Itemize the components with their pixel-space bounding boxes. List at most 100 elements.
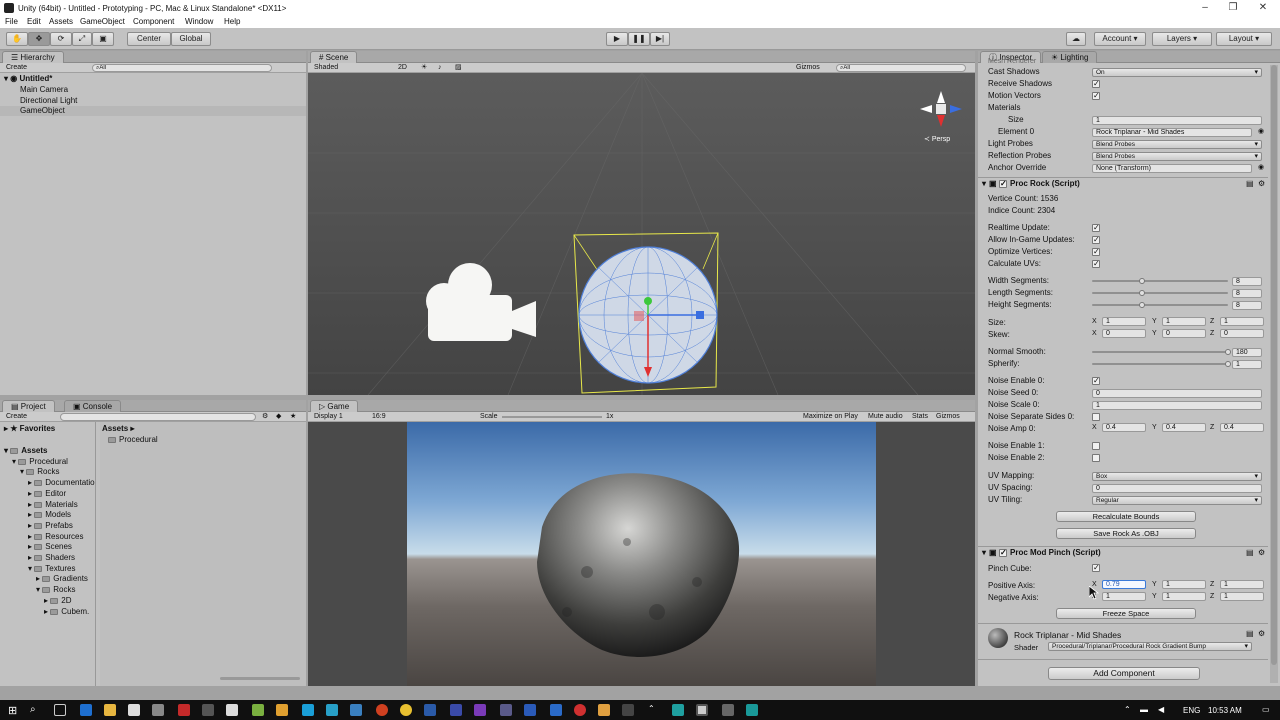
material-gear-icon[interactable]: ⚙ [1258,629,1265,638]
smooth-value-field[interactable]: 180 [1232,348,1262,357]
stats-toggle[interactable]: Stats [912,412,928,422]
filter-label-icon[interactable]: ◆ [276,412,281,422]
toggle-checkbox[interactable]: ✓ [1092,224,1100,232]
proc-pinch-enabled-checkbox[interactable]: ✓ [999,549,1007,557]
segment-value-field[interactable]: 8 [1232,289,1262,298]
filezilla-icon[interactable] [178,704,190,716]
pivot-global-button[interactable]: Global [171,32,211,46]
language-indicator[interactable]: ENG [1183,706,1200,715]
object-picker-icon[interactable]: ◉ [1258,127,1264,135]
maximize-icon[interactable]: ❐ [1221,2,1245,14]
inspector-scroll-thumb[interactable] [1271,65,1277,665]
visual-studio-icon[interactable] [450,704,462,716]
tab-lighting[interactable]: ☀ Lighting [1042,51,1098,63]
favorites-row[interactable]: ▸ ★ Favorites [4,424,55,433]
aspect-dropdown[interactable]: 16:9 [372,412,386,422]
account-dropdown[interactable]: Account ▾ [1094,32,1146,46]
hierarchy-item-gameobject[interactable]: GameObject [0,106,306,116]
segment-slider-track[interactable] [1092,304,1228,306]
menu-window[interactable]: Window [185,17,213,26]
spherify-slider-track[interactable] [1092,363,1228,365]
segment-slider-knob[interactable] [1139,302,1146,308]
uv-field[interactable]: 0 [1092,484,1262,493]
tree-item[interactable]: ▸ Materials [28,500,78,509]
noise-checkbox[interactable]: ✓ [1092,377,1100,385]
hierarchy-item-main-camera[interactable]: Main Camera [20,85,68,94]
tray-chevron-icon[interactable]: ⌃ [1124,705,1131,714]
tree-item[interactable]: ▾ Rocks [20,467,59,476]
app-icon[interactable] [302,704,314,716]
positive-axis-z-field[interactable]: 1 [1220,580,1264,589]
clock[interactable]: 10:53 AM [1208,706,1242,715]
play-icon[interactable]: ▶ [606,32,628,46]
menu-component[interactable]: Component [133,17,174,26]
hierarchy-search-input[interactable]: ⌕All [92,64,272,72]
negative-axis-x-field[interactable]: 1 [1102,592,1146,601]
tray-volume-icon[interactable]: ◀ [1158,705,1164,714]
noise-checkbox[interactable] [1092,413,1100,421]
app-icon[interactable] [152,704,164,716]
mode-2d-button[interactable]: 2D [398,63,407,73]
effects-toggle-icon[interactable]: ▨ [455,63,462,73]
game-gizmos-dropdown[interactable]: Gizmos [936,412,960,422]
audio-toggle-icon[interactable]: ♪ [438,63,442,73]
help-book-icon[interactable]: ▤ [1246,548,1254,557]
shading-dropdown[interactable]: Shaded [314,63,338,73]
tab-hierarchy[interactable]: ☰ Hierarchy [2,51,64,63]
task-view-icon[interactable] [54,704,66,716]
toggle-checkbox[interactable]: ✓ [1092,260,1100,268]
layers-dropdown[interactable]: Layers ▾ [1152,32,1212,46]
project-search-input[interactable] [60,413,256,421]
orientation-gizmo-icon[interactable] [916,87,966,137]
rotate-tool-icon[interactable]: ⟳ [50,32,72,46]
mute-audio-toggle[interactable]: Mute audio [868,412,903,422]
tree-item[interactable]: ▸ Models [28,510,71,519]
app-icon[interactable] [672,704,684,716]
project-create-button[interactable]: Create [6,412,27,422]
noise-field[interactable]: 1 [1092,401,1262,410]
app-icon[interactable] [350,704,362,716]
store-icon[interactable] [128,704,140,716]
hierarchy-create-button[interactable]: Create [6,63,27,73]
uv-dropdown[interactable]: Regular [1092,496,1262,505]
foldout-arrow-icon[interactable]: ▾ [982,548,986,557]
foldout-arrow-icon[interactable]: ▾ [982,179,986,188]
tree-item[interactable]: ▸ 2D [44,596,71,605]
help-book-icon[interactable]: ▤ [1246,179,1254,188]
positive-axis-x-field[interactable]: 0.79 [1102,580,1146,589]
negative-axis-z-field[interactable]: 1 [1220,592,1264,601]
word-icon[interactable] [524,704,536,716]
tree-item[interactable]: ▸ Editor [28,489,66,498]
app-icon[interactable] [722,704,734,716]
inspector-scrollbar[interactable] [1270,65,1278,683]
tab-scene[interactable]: # Scene [310,51,358,63]
favorite-star-icon[interactable]: ★ [290,412,296,422]
app-icon[interactable] [622,704,634,716]
skew-y-field[interactable]: 0 [1162,329,1206,338]
chrome-icon[interactable] [400,704,412,716]
spherify-slider-knob[interactable] [1225,361,1231,367]
terminal-icon[interactable] [202,704,214,716]
renderer-field[interactable]: 1 [1092,116,1262,125]
app-icon[interactable] [746,704,758,716]
menu-assets[interactable]: Assets [49,17,73,26]
save-rock-obj-button[interactable]: Save Rock As .OBJ [1056,528,1196,539]
smooth-slider-knob[interactable] [1225,349,1231,355]
segment-slider-knob[interactable] [1139,278,1146,284]
menu-file[interactable]: File [5,17,18,26]
tab-game[interactable]: ▷ Game [310,400,359,412]
persp-label[interactable]: ≺ Persp [924,135,950,143]
tree-item[interactable]: ▾ Procedural [12,457,68,466]
close-icon[interactable]: ✕ [1251,2,1275,14]
negative-axis-y-field[interactable]: 1 [1162,592,1206,601]
tray-network-icon[interactable]: ▬ [1140,705,1148,714]
renderer-checkbox[interactable]: ✓ [1092,92,1100,100]
add-component-button[interactable]: Add Component [1048,667,1200,680]
scale-tool-icon[interactable]: ⤢ [72,32,92,46]
spherify-value-field[interactable]: 1 [1232,360,1262,369]
skew-z-field[interactable]: 0 [1220,329,1264,338]
rect-tool-icon[interactable]: ▣ [92,32,114,46]
hierarchy-item-directional-light[interactable]: Directional Light [20,96,77,105]
unity-taskbar-icon[interactable] [696,704,708,716]
renderer-checkbox[interactable]: ✓ [1092,80,1100,88]
